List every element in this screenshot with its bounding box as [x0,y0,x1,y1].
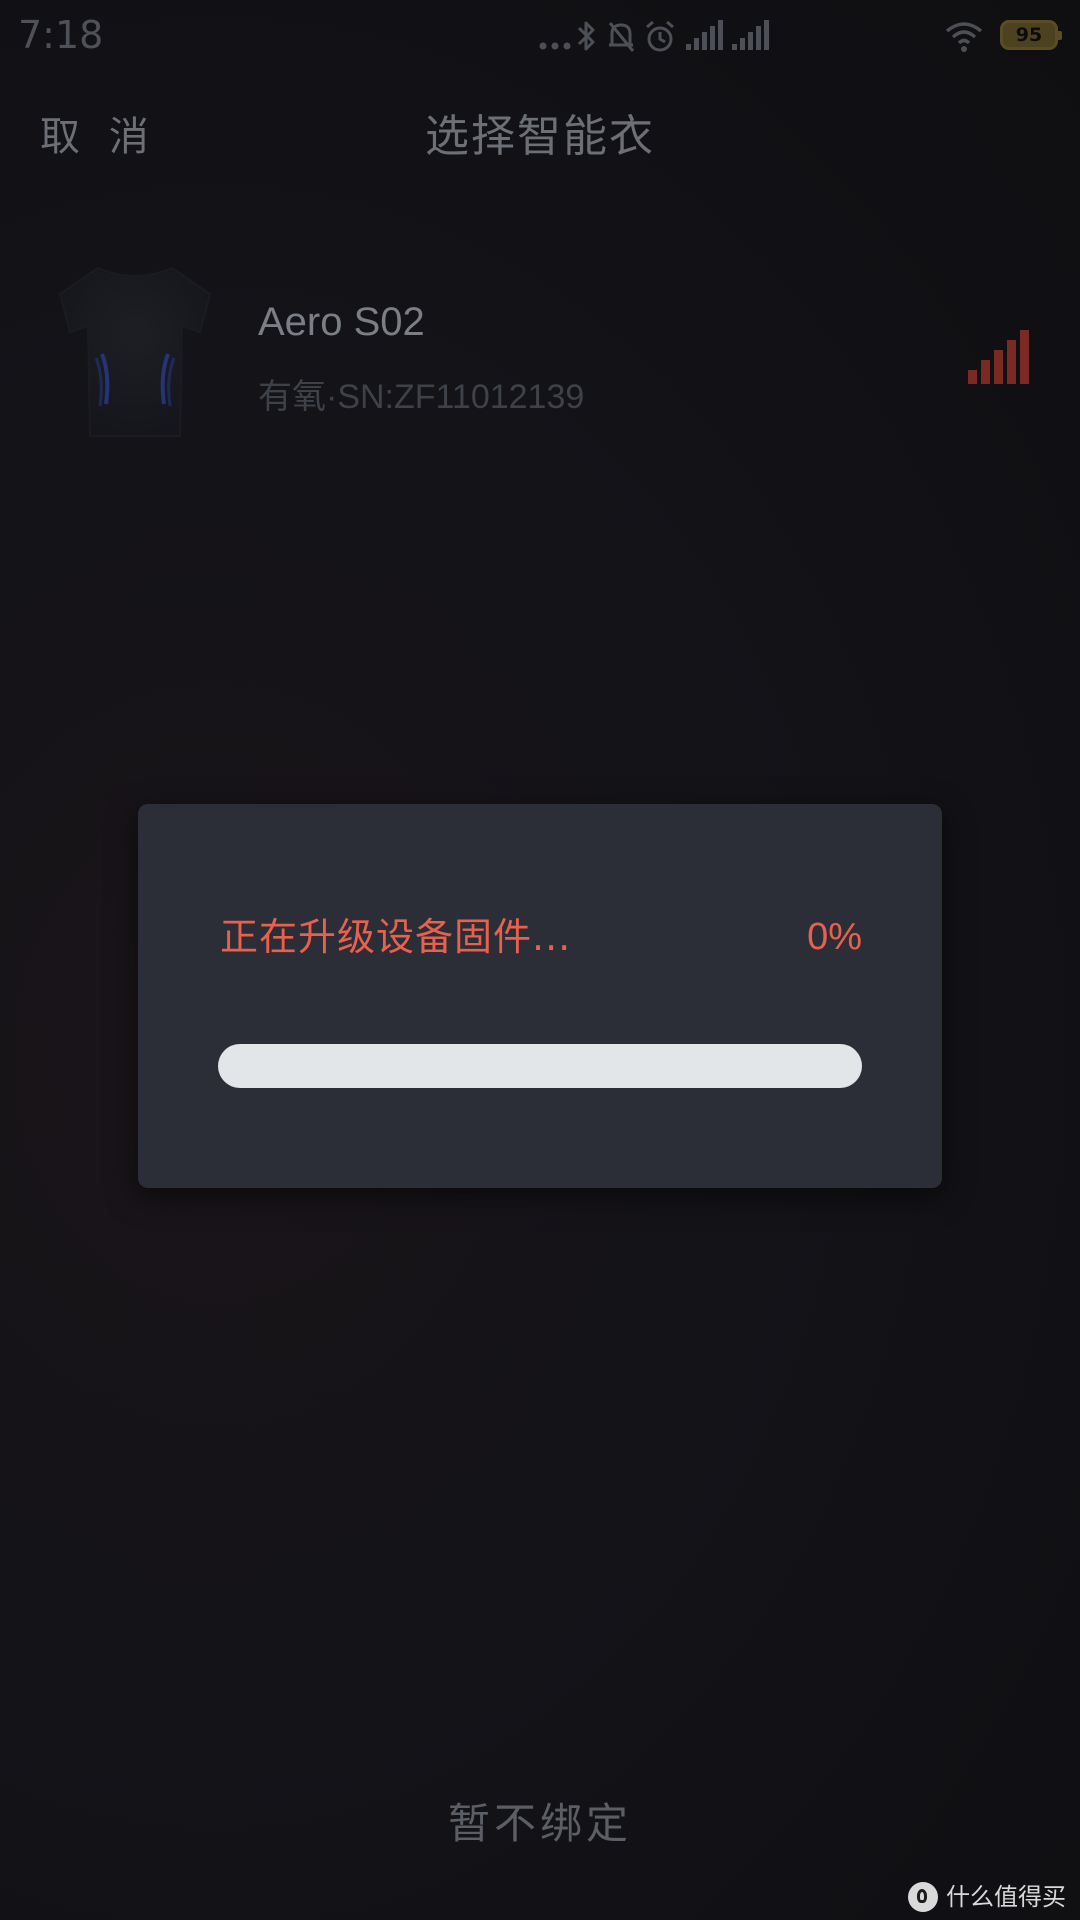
wifi-icon [945,22,983,52]
cell-signal-icon [732,20,769,50]
watermark: 什么值得买 [908,1880,1066,1914]
battery-level: 95 [1015,24,1043,46]
watermark-text: 什么值得买 [946,1883,1066,1911]
upgrade-percent: 0% [807,916,862,958]
status-time: 7:18 [18,13,104,57]
more-dots-icon [539,42,571,50]
watermark-logo-icon [908,1882,938,1912]
cell-signal-icon [686,20,723,50]
bluetooth-icon [577,21,595,51]
signal-strength-icon [968,330,1029,384]
upgrade-message: 正在升级设备固件... [220,915,572,959]
shirt-image [58,266,212,437]
device-list-item[interactable]: Aero S02 有氧·SN:ZF11012139 [0,238,1080,458]
page-title: 选择智能衣 [425,111,655,162]
alarm-icon [646,20,674,52]
skip-binding-button[interactable]: 暂不绑定 [0,1796,1080,1852]
upgrade-progress-bar [218,1044,862,1088]
firmware-upgrade-dialog: 正在升级设备固件... 0% [138,804,942,1188]
status-bar: 7:18 95 [0,0,1080,74]
device-subtitle: 有氧·SN:ZF11012139 [258,378,585,416]
mute-bell-icon [608,22,635,52]
header: 取 消 选择智能衣 [0,96,1080,176]
battery-icon: 95 [1000,20,1062,50]
device-name: Aero S02 [258,300,425,344]
app-screen: 7:18 95 取 消 选择智能衣 Aero S02 有氧·SN:ZF11012… [0,0,1080,1920]
